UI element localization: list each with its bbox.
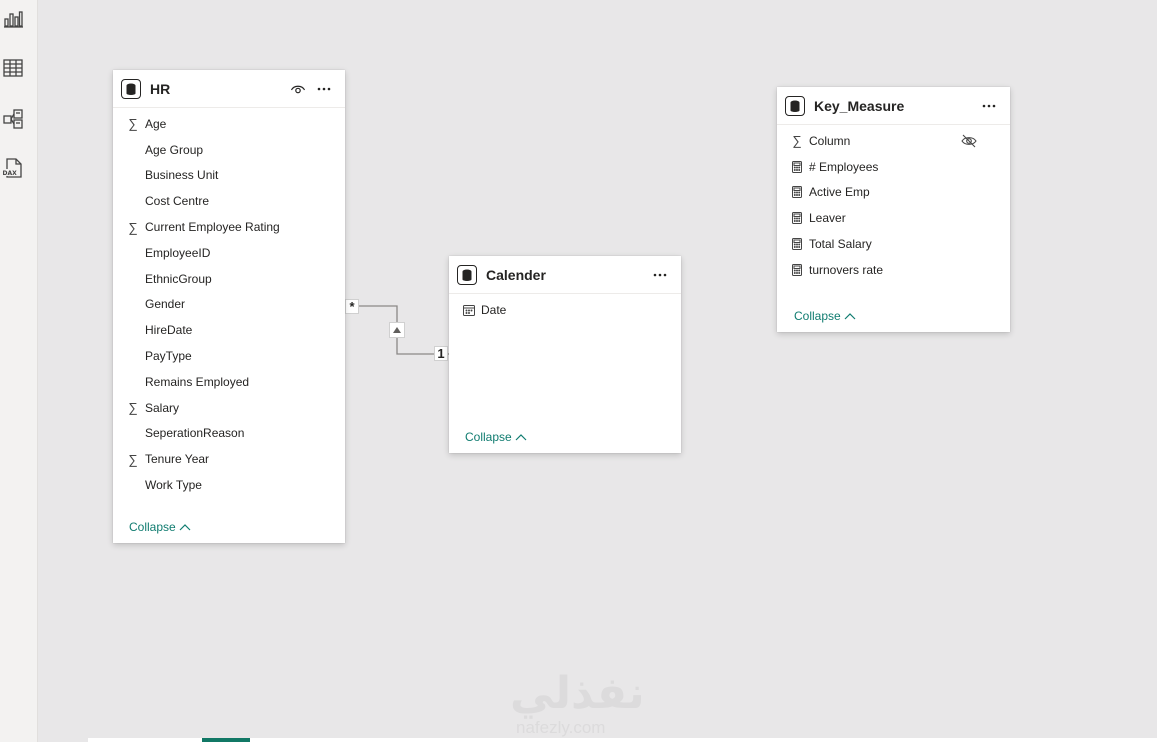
- relationship-one-marker: 1: [434, 346, 448, 361]
- field-row[interactable]: Date: [462, 297, 681, 323]
- show-hide-eye-icon[interactable]: [287, 78, 309, 100]
- field-name: EthnicGroup: [145, 271, 212, 286]
- chevron-up-icon: [515, 434, 527, 441]
- field-row[interactable]: Age Group: [126, 137, 345, 163]
- table-title: Calender: [486, 266, 546, 283]
- field-name: Current Employee Rating: [145, 220, 280, 235]
- field-row[interactable]: SeperationReason: [126, 421, 345, 447]
- table-icon: [785, 95, 805, 116]
- field-name: PayType: [145, 349, 192, 364]
- view-switcher-rail: DAX: [0, 0, 38, 742]
- collapse-label: Collapse: [129, 520, 176, 534]
- chevron-up-icon: [844, 313, 856, 320]
- table-card-hr[interactable]: HR ∑ Age Age Group Business Unit Cost Centre…: [113, 70, 345, 543]
- table-card-key-measure[interactable]: Key_Measure ∑ Column # Employees Active Emp…: [777, 87, 1010, 332]
- field-row[interactable]: ∑ Tenure Year: [126, 446, 345, 472]
- table-title: HR: [150, 80, 171, 97]
- sigma-icon: ∑: [128, 116, 138, 132]
- field-name: HireDate: [145, 323, 193, 338]
- field-name: Cost Centre: [145, 194, 210, 209]
- calculator-icon: [790, 211, 804, 225]
- field-name: # Employees: [809, 159, 879, 174]
- field-name: Business Unit: [145, 168, 219, 183]
- more-options-icon[interactable]: [649, 264, 671, 286]
- cross-filter-direction-icon[interactable]: [389, 322, 405, 338]
- collapse-button[interactable]: Collapse: [465, 430, 527, 444]
- table-view-icon[interactable]: [2, 57, 24, 79]
- table-card-header[interactable]: Calender: [449, 256, 681, 294]
- field-name: Leaver: [809, 211, 846, 226]
- field-row[interactable]: Gender: [126, 292, 345, 318]
- field-name: Gender: [145, 297, 186, 312]
- dax-query-view-icon[interactable]: DAX: [2, 157, 24, 179]
- field-row[interactable]: ∑ Age: [126, 111, 345, 137]
- field-row[interactable]: Work Type: [126, 472, 345, 498]
- table-card-header[interactable]: Key_Measure: [777, 87, 1010, 125]
- table-icon: [457, 264, 477, 285]
- sigma-icon: ∑: [128, 400, 138, 416]
- sigma-icon: ∑: [128, 451, 138, 467]
- field-name: Date: [481, 302, 507, 317]
- calculator-icon: [790, 263, 804, 277]
- field-name: turnovers rate: [809, 262, 884, 277]
- sigma-icon: ∑: [128, 219, 138, 235]
- more-options-icon[interactable]: [313, 78, 335, 100]
- field-row[interactable]: Total Salary: [790, 231, 1010, 257]
- field-name: Age: [145, 116, 167, 131]
- sigma-icon: ∑: [792, 133, 802, 149]
- field-list: ∑ Age Age Group Business Unit Cost Centre ∑ Cu…: [113, 108, 345, 498]
- table-title: Key_Measure: [814, 97, 905, 114]
- field-row[interactable]: PayType: [126, 343, 345, 369]
- field-row[interactable]: ∑ Current Employee Rating: [126, 214, 345, 240]
- svg-text:DAX: DAX: [3, 170, 18, 177]
- field-row[interactable]: Active Emp: [790, 180, 1010, 206]
- watermark-url: nafezly.com: [516, 718, 606, 737]
- collapse-label: Collapse: [794, 309, 841, 323]
- field-row[interactable]: Cost Centre: [126, 188, 345, 214]
- calendar-icon: [462, 303, 476, 317]
- more-options-icon[interactable]: [978, 95, 1000, 117]
- model-view-icon[interactable]: [2, 108, 24, 130]
- calculator-icon: [790, 237, 804, 251]
- active-page-tab-indicator[interactable]: [202, 738, 250, 742]
- field-name: Age Group: [145, 142, 204, 157]
- field-name: Work Type: [145, 478, 202, 493]
- field-name: Total Salary: [809, 237, 872, 252]
- table-icon: [121, 78, 141, 99]
- field-list: Date: [449, 294, 681, 323]
- field-list: ∑ Column # Employees Active Emp Leaver Total …: [777, 125, 1010, 283]
- field-row[interactable]: Business Unit: [126, 163, 345, 189]
- relationship-many-marker: *: [345, 299, 359, 314]
- watermark-logo: نفذلي: [510, 669, 645, 718]
- calculator-icon: [790, 160, 804, 174]
- field-row[interactable]: HireDate: [126, 317, 345, 343]
- field-row[interactable]: # Employees: [790, 154, 1010, 180]
- field-row[interactable]: Remains Employed: [126, 369, 345, 395]
- field-name: Remains Employed: [145, 374, 250, 389]
- calculator-icon: [790, 185, 804, 199]
- field-row[interactable]: ∑ Salary: [126, 395, 345, 421]
- field-row[interactable]: EmployeeID: [126, 240, 345, 266]
- collapse-button[interactable]: Collapse: [129, 520, 191, 534]
- field-row[interactable]: turnovers rate: [790, 257, 1010, 283]
- collapse-label: Collapse: [465, 430, 512, 444]
- chevron-up-icon: [179, 524, 191, 531]
- table-card-calender[interactable]: Calender Date Collapse: [449, 256, 681, 453]
- field-name: Column: [809, 133, 851, 148]
- field-name: EmployeeID: [145, 245, 211, 260]
- hidden-eye-slash-icon[interactable]: [960, 132, 978, 150]
- field-name: Tenure Year: [145, 452, 210, 467]
- field-name: Active Emp: [809, 185, 870, 200]
- table-card-header[interactable]: HR: [113, 70, 345, 108]
- field-row[interactable]: EthnicGroup: [126, 266, 345, 292]
- field-row[interactable]: Leaver: [790, 205, 1010, 231]
- report-view-icon[interactable]: [2, 8, 24, 30]
- field-name: Salary: [145, 400, 180, 415]
- collapse-button[interactable]: Collapse: [794, 309, 856, 323]
- field-name: SeperationReason: [145, 426, 245, 441]
- field-row[interactable]: ∑ Column: [790, 128, 1010, 154]
